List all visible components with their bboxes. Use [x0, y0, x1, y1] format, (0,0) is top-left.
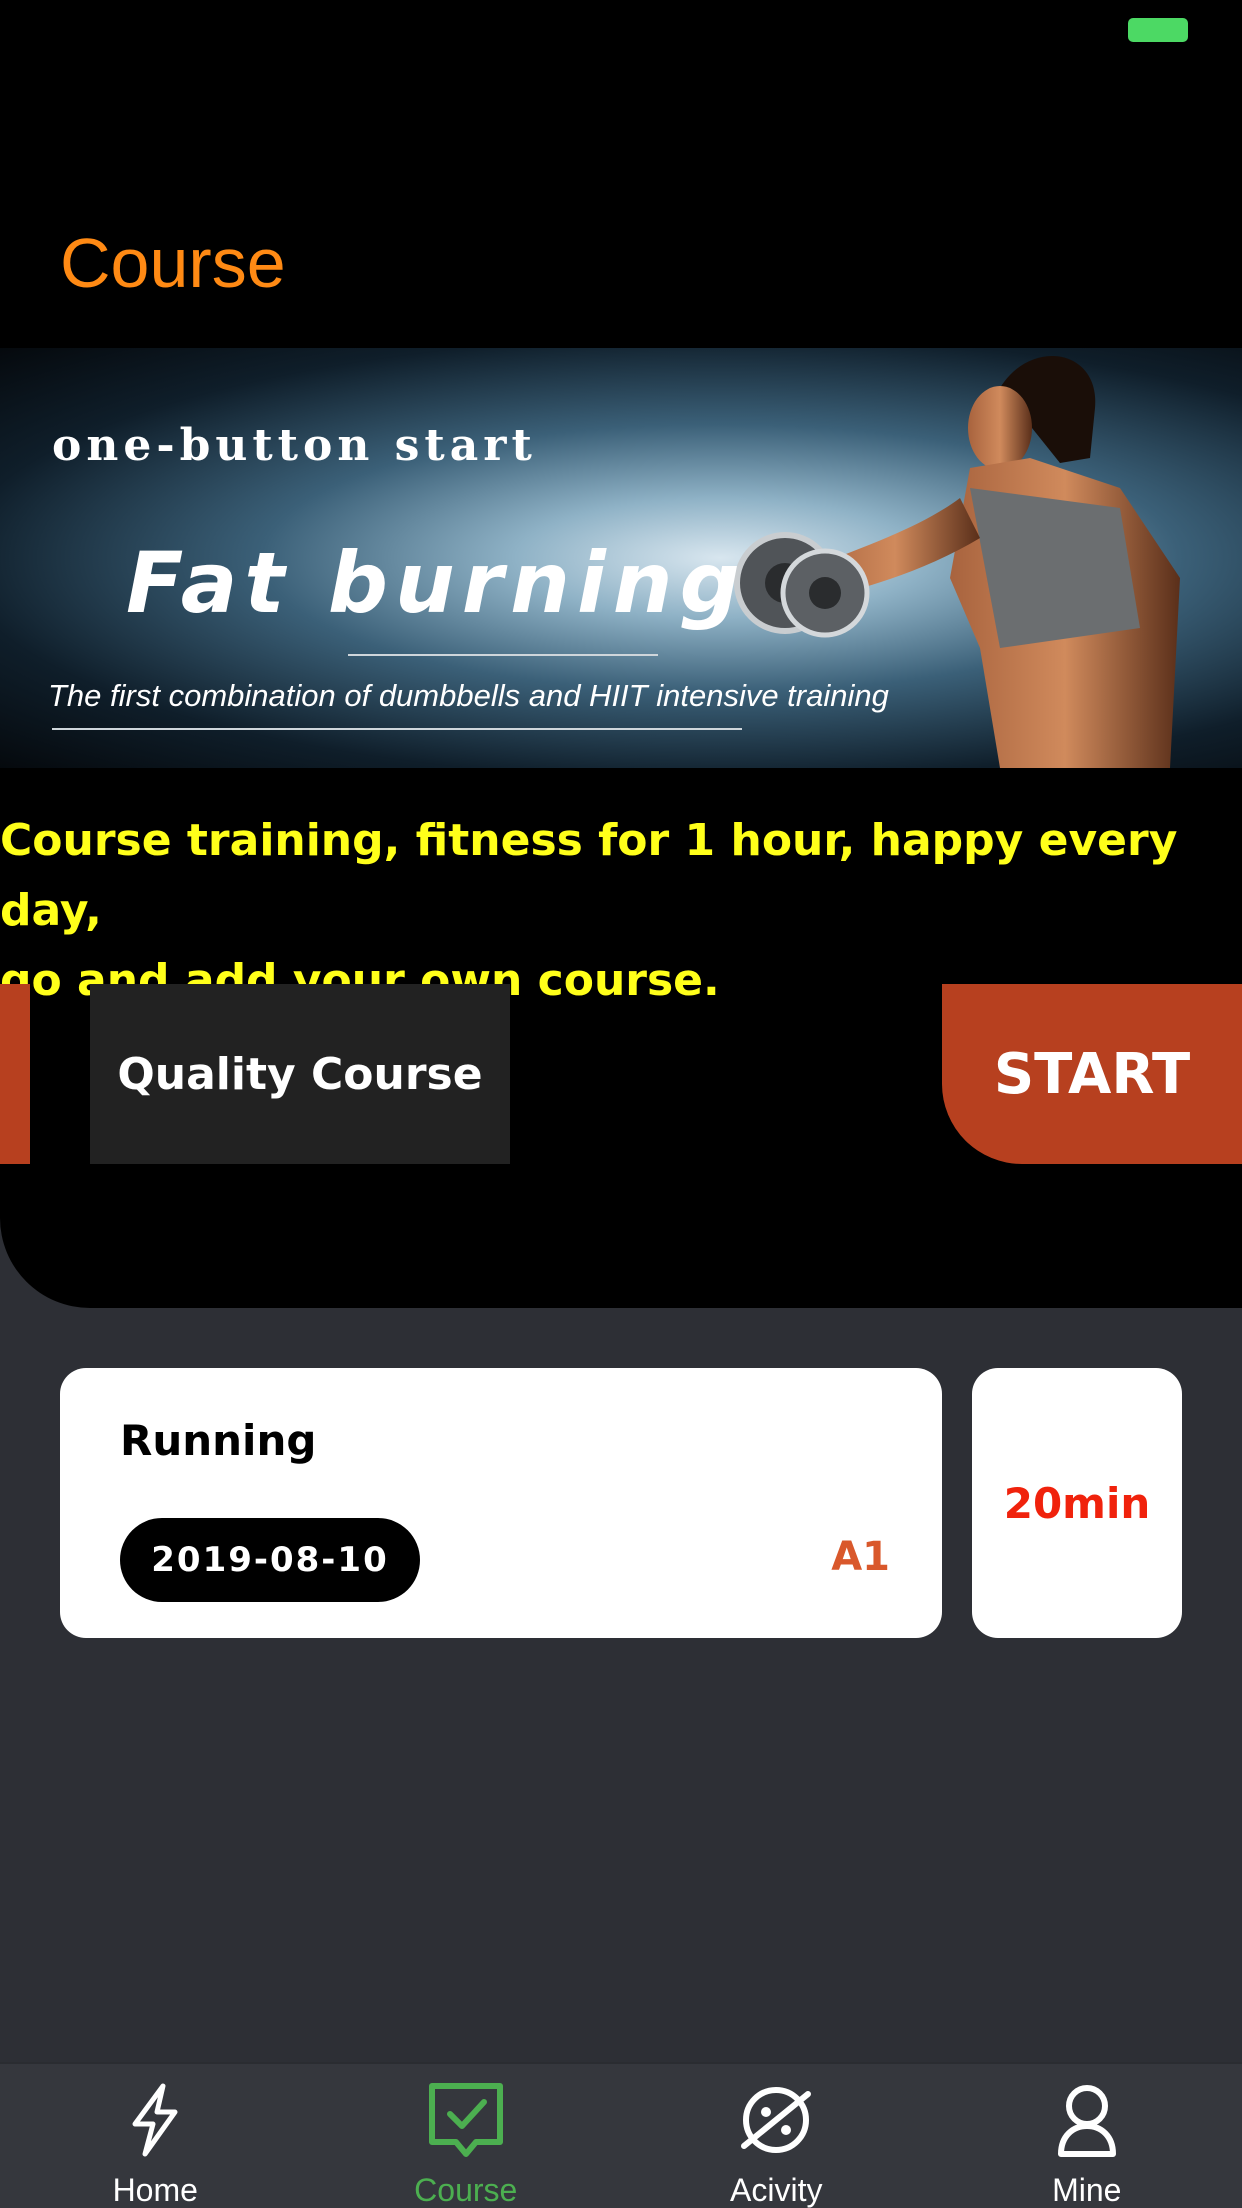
tab-activity[interactable]: Acivity — [621, 2064, 932, 2208]
banner-subtitle: The first combination of dumbbells and H… — [48, 678, 889, 713]
quality-course-button[interactable]: Quality Course — [90, 984, 510, 1164]
banner-divider — [52, 728, 742, 730]
banner-divider — [348, 654, 658, 656]
tab-mine[interactable]: Mine — [932, 2064, 1242, 2208]
start-button[interactable]: START — [942, 984, 1242, 1164]
lightning-icon — [132, 2083, 178, 2157]
course-date-badge: 2019-08-10 — [120, 1518, 420, 1602]
course-name: Running — [120, 1416, 317, 1465]
tab-label: Acivity — [730, 2172, 823, 2208]
course-duration[interactable]: 20min — [972, 1368, 1182, 1638]
tab-bar: Home Course Acivity Mine — [0, 2062, 1242, 2208]
page-title: Course — [60, 224, 286, 302]
tab-home[interactable]: Home — [0, 2064, 311, 2208]
accent-strip — [0, 984, 30, 1164]
battery-icon — [1128, 18, 1188, 42]
planet-icon — [741, 2087, 812, 2153]
person-icon — [1057, 2085, 1116, 2157]
course-level: A1 — [831, 1534, 890, 1580]
banner-headline: Fat burning — [126, 534, 747, 632]
course-card[interactable]: Running 2019-08-10 A1 — [60, 1368, 942, 1638]
dumbbell-icon — [734, 532, 870, 638]
tab-label: Course — [414, 2172, 518, 2208]
promo-banner[interactable]: one-button start Fat burning The first c… — [0, 348, 1242, 768]
header-area: Course one-button start Fat burning The … — [0, 0, 1242, 1308]
tab-label: Home — [112, 2172, 198, 2208]
promo-line: Course training, fitness for 1 hour, hap… — [0, 815, 1178, 936]
tab-label: Mine — [1052, 2172, 1122, 2208]
checklist-icon — [428, 2083, 503, 2157]
banner-tagline: one-button start — [52, 420, 537, 471]
tab-course[interactable]: Course — [311, 2064, 622, 2208]
